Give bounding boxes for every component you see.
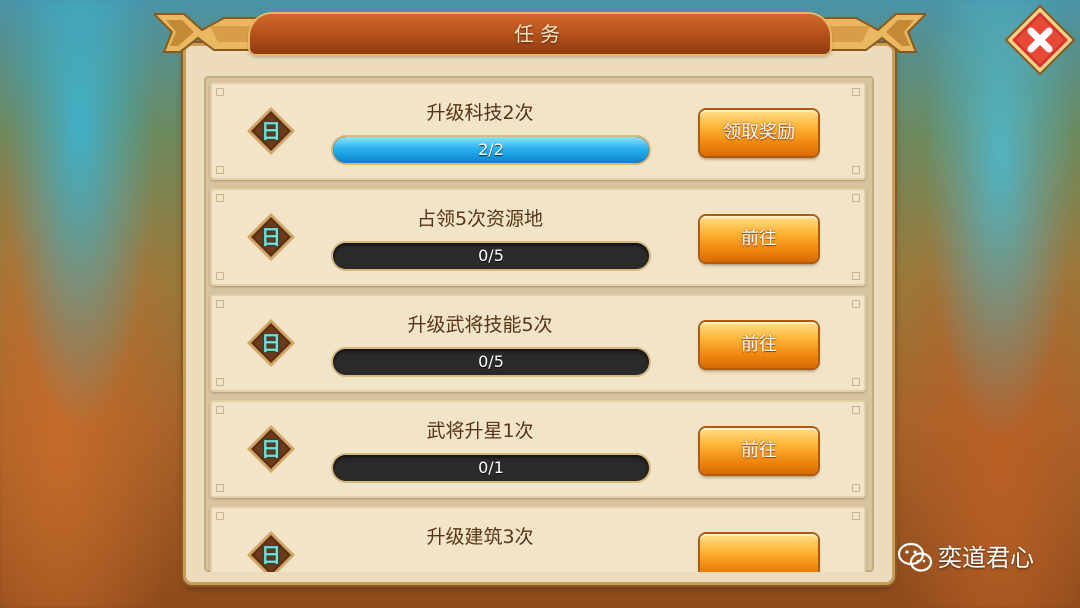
corner-ornament	[852, 194, 860, 202]
panel-title: 任务	[514, 22, 566, 46]
task-row: 日 升级科技2次 2/2 领取奖励	[210, 82, 866, 180]
daily-badge-label: 日	[261, 437, 281, 461]
corner-ornament	[852, 378, 860, 386]
task-row-partial: 日 升级建筑3次	[210, 506, 866, 572]
daily-badge-icon: 日	[246, 212, 296, 262]
corner-ornament	[852, 512, 860, 520]
daily-badge-label: 日	[261, 543, 281, 567]
corner-ornament	[216, 484, 224, 492]
daily-badge-icon: 日	[246, 424, 296, 474]
task-row: 日 占领5次资源地 0/5 前往	[210, 188, 866, 286]
go-button[interactable]: 前往	[700, 428, 818, 474]
corner-ornament	[216, 88, 224, 96]
task-progress-bar: 0/1	[333, 455, 649, 481]
watermark-text: 奕道君心	[938, 544, 1034, 572]
corner-ornament	[216, 194, 224, 202]
game-screen: 日 升级科技2次 2/2 领取奖励 日 占领5次资源地 0/5 前往 日 升级武…	[0, 0, 1080, 608]
go-button-label: 前往	[741, 440, 777, 461]
go-button-label: 前往	[741, 334, 777, 355]
corner-ornament	[216, 300, 224, 308]
task-progress-bar: 0/5	[333, 243, 649, 269]
claim-reward-button-label: 领取奖励	[723, 122, 795, 143]
task-progress-text: 0/1	[478, 458, 504, 477]
task-name: 武将升星1次	[426, 420, 534, 442]
corner-ornament	[216, 378, 224, 386]
daily-badge-label: 日	[261, 119, 281, 143]
corner-ornament	[216, 406, 224, 414]
corner-ornament	[852, 272, 860, 280]
corner-ornament	[852, 88, 860, 96]
daily-badge-icon: 日	[246, 106, 296, 156]
daily-badge-label: 日	[261, 225, 281, 249]
task-name: 升级武将技能5次	[407, 314, 553, 336]
task-progress-text: 2/2	[478, 140, 504, 159]
watermark: 奕道君心	[898, 540, 1068, 576]
go-button[interactable]: 前往	[700, 322, 818, 368]
corner-ornament	[852, 484, 860, 492]
task-row: 日 升级武将技能5次 0/5 前往	[210, 294, 866, 392]
task-progress-text: 0/5	[478, 352, 504, 371]
claim-reward-button[interactable]: 领取奖励	[700, 110, 818, 156]
corner-ornament	[216, 512, 224, 520]
background-left-blur	[0, 0, 200, 608]
close-x-icon	[1004, 4, 1076, 76]
corner-ornament	[852, 406, 860, 414]
background-right-blur	[880, 0, 1080, 608]
go-button-label: 前往	[741, 228, 777, 249]
task-panel: 日 升级科技2次 2/2 领取奖励 日 占领5次资源地 0/5 前往 日 升级武…	[186, 46, 892, 582]
corner-ornament	[216, 272, 224, 280]
close-button[interactable]	[1004, 4, 1076, 76]
daily-badge-icon: 日	[246, 530, 296, 572]
go-button-label	[700, 534, 818, 572]
task-row: 日 武将升星1次 0/1 前往	[210, 400, 866, 498]
go-button[interactable]: 前往	[700, 216, 818, 262]
task-name: 占领5次资源地	[416, 208, 544, 230]
daily-badge-label: 日	[261, 331, 281, 355]
daily-badge-icon: 日	[246, 318, 296, 368]
task-progress-text: 0/5	[478, 246, 504, 265]
wechat-icon	[898, 542, 932, 572]
corner-ornament	[852, 166, 860, 174]
title-bar: 任务	[250, 14, 830, 54]
task-name: 升级科技2次	[426, 102, 534, 124]
task-list[interactable]: 日 升级科技2次 2/2 领取奖励 日 占领5次资源地 0/5 前往 日 升级武…	[204, 76, 874, 572]
task-name: 升级建筑3次	[426, 526, 534, 548]
task-progress-bar: 2/2	[333, 137, 649, 163]
go-button[interactable]	[700, 534, 818, 572]
task-progress-bar: 0/5	[333, 349, 649, 375]
corner-ornament	[852, 300, 860, 308]
corner-ornament	[216, 166, 224, 174]
